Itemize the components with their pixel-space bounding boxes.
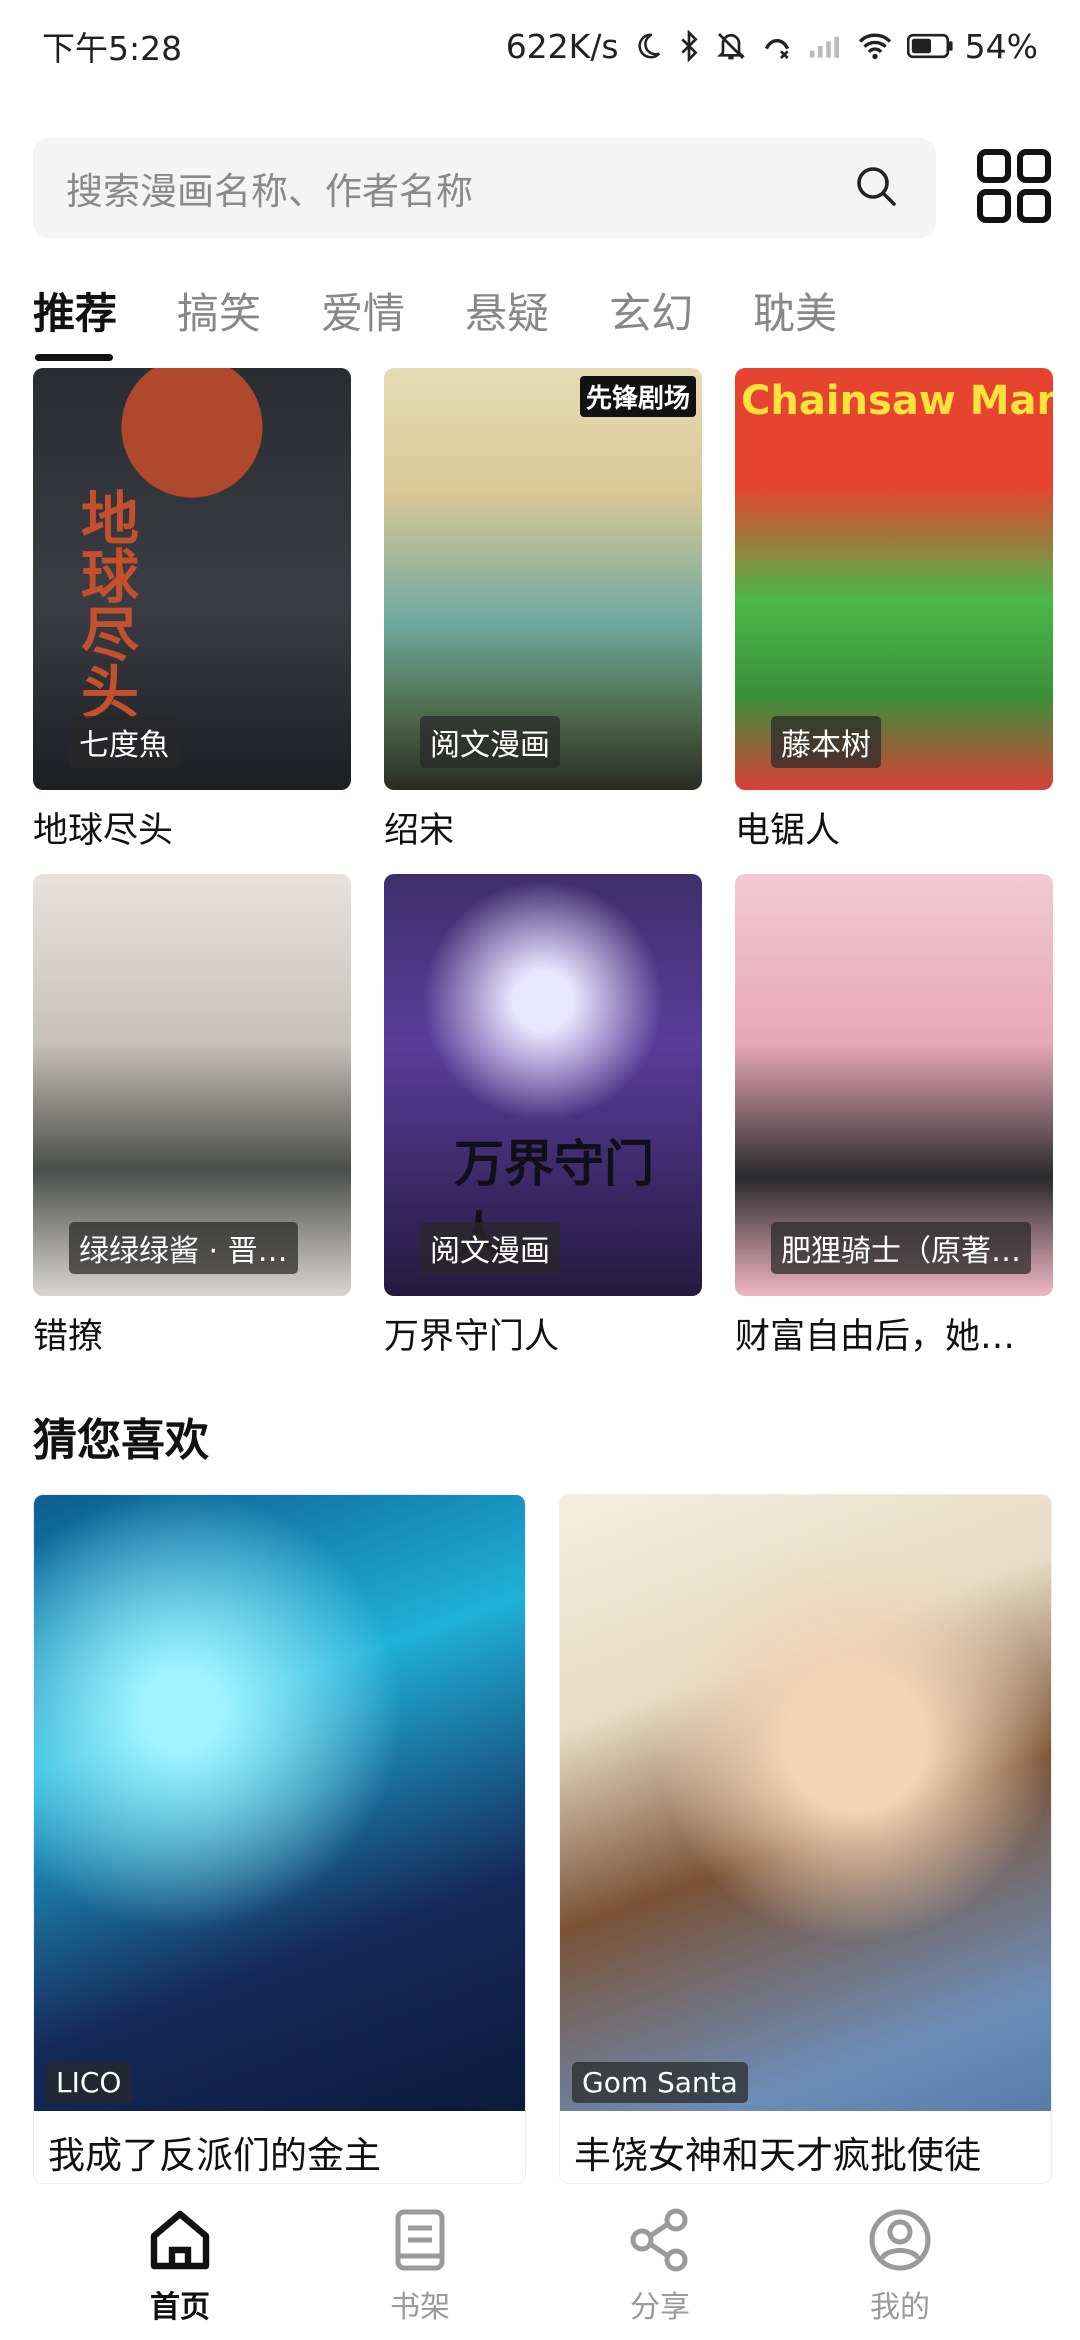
nav-share[interactable]: 分享 [590, 2204, 730, 2326]
tab-funny[interactable]: 搞笑 [177, 278, 261, 358]
cover-title-art: Chainsaw Man [741, 378, 1053, 424]
signal-icon [807, 32, 843, 60]
comic-author: 阅文漫画 [420, 716, 560, 768]
search-row: 搜索漫画名称、作者名称 [33, 138, 1053, 238]
comic-title: 错撩 [33, 1317, 104, 1357]
tab-romance[interactable]: 爱情 [321, 278, 405, 358]
comic-title: 万界守门人 [384, 1317, 560, 1357]
mute-icon [715, 30, 747, 62]
search-input[interactable]: 搜索漫画名称、作者名称 [33, 138, 936, 238]
category-tabs: 推荐 搞笑 爱情 悬疑 玄幻 耽美 [33, 278, 837, 361]
comic-card[interactable]: 地球尽头 七度魚 地球尽头 [33, 368, 351, 874]
comic-cover: Gom Santa [560, 1495, 1051, 2111]
status-bar: 下午5:28 622K/s 54% [0, 0, 1080, 92]
recommend-feed: LICO 我成了反派们的金主 Gom Santa 丰饶女神和天才疯批使徒 [33, 1494, 1053, 2184]
comic-cover: Chainsaw Man 藤本树 [735, 368, 1053, 790]
tab-mystery[interactable]: 悬疑 [465, 278, 549, 358]
bookshelf-icon [384, 2204, 456, 2280]
tab-label: 玄幻 [609, 289, 694, 338]
comic-card[interactable]: 万界守门人 阅文漫画 万界守门人 [384, 874, 702, 1380]
comic-title: 绍宋 [384, 811, 455, 851]
comic-author: 藤本树 [771, 716, 881, 768]
share-icon [624, 2204, 696, 2280]
nav-label: 首页 [150, 2290, 210, 2325]
tab-label: 搞笑 [177, 289, 262, 338]
battery-percent: 54% [964, 26, 1038, 66]
nav-label: 分享 [630, 2290, 690, 2325]
home-icon [144, 2204, 216, 2280]
cover-title-art: 地球尽头 [71, 488, 139, 720]
tab-label: 耽美 [753, 289, 838, 338]
comic-author: 肥狸骑士（原著… [771, 1222, 1031, 1274]
category-grid-button[interactable] [975, 144, 1053, 232]
battery-icon [906, 32, 955, 60]
net-speed: 622K/s [505, 26, 619, 66]
search-icon[interactable] [852, 162, 900, 214]
status-time: 下午5:28 [42, 29, 183, 68]
comic-author: 阅文漫画 [420, 1222, 560, 1274]
bluetooth-icon [677, 30, 701, 62]
recommend-grid: 地球尽头 七度魚 地球尽头 先锋剧场 阅文漫画 绍宋 Chainsaw Man … [33, 368, 1053, 1380]
tab-label: 悬疑 [465, 289, 550, 338]
comic-cover: 绿绿绿酱 · 晋… [33, 874, 351, 1296]
comic-author: Gom Santa [572, 2062, 748, 2103]
bottom-nav: 首页 书架 分享 我的 [0, 2190, 1080, 2340]
status-icons: 622K/s 54% [506, 27, 1038, 66]
section-title: 猜您喜欢 [33, 1415, 209, 1466]
nav-home[interactable]: 首页 [110, 2204, 250, 2326]
wifi-icon [857, 31, 893, 61]
cover-badge: 先锋剧场 [579, 376, 696, 417]
comic-author: LICO [46, 2062, 132, 2103]
profile-icon [864, 2204, 936, 2280]
battery-indicator: 54% [906, 26, 1038, 66]
comic-title: 我成了反派们的金主 [48, 2134, 381, 2177]
comic-cover: 先锋剧场 阅文漫画 [384, 368, 702, 790]
comic-card[interactable]: 绿绿绿酱 · 晋… 错撩 [33, 874, 351, 1380]
comic-card[interactable]: Chainsaw Man 藤本树 电锯人 [735, 368, 1053, 874]
tab-bl[interactable]: 耽美 [753, 278, 837, 358]
grid-icon [976, 148, 1052, 228]
comic-title: 丰饶女神和天才疯批使徒 [574, 2134, 981, 2177]
comic-author: 七度魚 [69, 716, 179, 768]
comic-title: 电锯人 [735, 811, 841, 851]
comic-cover: 地球尽头 七度魚 [33, 368, 351, 790]
call-icon [761, 30, 793, 62]
tab-label: 爱情 [321, 289, 406, 338]
comic-cover: 肥狸骑士（原著… [735, 874, 1053, 1296]
comic-card[interactable]: 肥狸骑士（原著… 财富自由后，她… [735, 874, 1053, 1380]
comic-title: 地球尽头 [33, 811, 174, 851]
comic-card[interactable]: 先锋剧场 阅文漫画 绍宋 [384, 368, 702, 874]
tab-fantasy[interactable]: 玄幻 [609, 278, 693, 358]
moon-icon [633, 31, 663, 61]
comic-cover: 万界守门人 阅文漫画 [384, 874, 702, 1296]
comic-feed-card[interactable]: Gom Santa 丰饶女神和天才疯批使徒 [559, 1494, 1052, 2184]
tab-recommend[interactable]: 推荐 [33, 278, 118, 361]
nav-profile[interactable]: 我的 [830, 2204, 970, 2326]
tab-active-indicator [35, 354, 113, 361]
comic-title: 财富自由后，她… [735, 1317, 1016, 1357]
nav-label: 我的 [870, 2290, 930, 2325]
comic-feed-card[interactable]: LICO 我成了反派们的金主 [33, 1494, 526, 2184]
comic-author: 绿绿绿酱 · 晋… [69, 1222, 298, 1274]
nav-bookshelf[interactable]: 书架 [350, 2204, 490, 2326]
nav-label: 书架 [390, 2290, 450, 2325]
comic-cover: LICO [34, 1495, 525, 2111]
tab-label: 推荐 [33, 289, 118, 338]
search-placeholder: 搜索漫画名称、作者名称 [66, 170, 473, 213]
